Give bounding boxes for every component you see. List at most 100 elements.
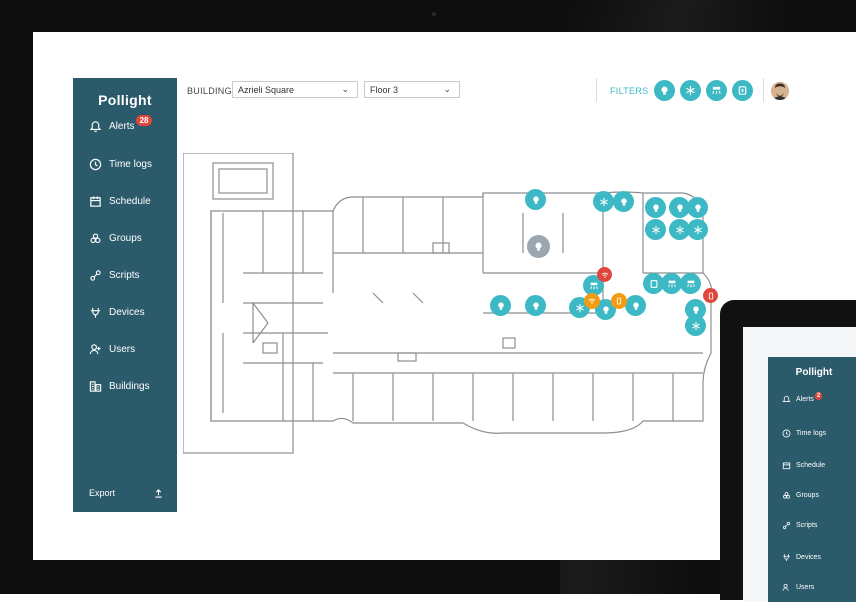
filter-fan-button[interactable]: [706, 80, 727, 101]
fan-icon: [686, 280, 695, 287]
divider: [596, 78, 597, 102]
export-button[interactable]: Export: [89, 488, 163, 498]
tablet-item-users[interactable]: Users: [782, 583, 814, 592]
map-marker-snowflake[interactable]: [687, 219, 708, 240]
bulb-icon: [602, 305, 609, 314]
map-marker-snowflake[interactable]: [593, 191, 614, 212]
sidebar-item-label: Groups: [109, 232, 142, 244]
sidebar-item-buildings[interactable]: Buildings: [89, 376, 150, 396]
sidebar-item-label: Buildings: [109, 380, 150, 392]
map-marker-bulb[interactable]: [625, 295, 646, 316]
building-label: BUILDING: [187, 86, 232, 96]
sidebar-item-alerts[interactable]: Alerts 28: [89, 114, 153, 136]
sidebar-item-users[interactable]: Users: [89, 339, 135, 359]
bulb-icon: [620, 197, 627, 206]
bulb-icon: [676, 203, 683, 212]
sidebar-item-label: Alerts: [109, 120, 135, 132]
phone-icon: [708, 292, 713, 299]
sidebar-item-label: Schedule: [109, 195, 151, 207]
bulb-icon: [652, 203, 659, 212]
filter-bulb-button[interactable]: [654, 80, 675, 101]
avatar-face: [771, 82, 789, 100]
tablet-item-scripts[interactable]: Scripts: [782, 521, 817, 530]
map-marker-bulb[interactable]: [490, 295, 511, 316]
tablet-item-alerts[interactable]: Alerts 2: [782, 391, 823, 404]
filters-label: FILTERS: [610, 86, 649, 96]
floor-select-value: Floor 3: [370, 84, 399, 95]
clock-icon: [782, 429, 791, 438]
map-marker-wifi-warning[interactable]: [584, 293, 600, 309]
snowflake-icon: [686, 85, 695, 96]
map-marker-bulb[interactable]: [645, 197, 666, 218]
fan-icon: [589, 282, 598, 289]
building-select-value: Azrieli Square: [238, 84, 295, 95]
map-marker-bulb-selected[interactable]: [527, 235, 550, 258]
bulb-icon: [497, 301, 504, 310]
tablet-item-devices[interactable]: Devices: [782, 553, 821, 562]
sidebar-item-label: Time logs: [109, 158, 152, 170]
chevron-down-icon: ⌄: [443, 84, 451, 94]
wifi-icon: [601, 272, 608, 278]
sidebar: Pollight Alerts 28 Time logs Schedule Gr…: [73, 78, 177, 512]
wifi-icon: [588, 298, 596, 304]
chevron-down-icon: ⌄: [341, 84, 349, 94]
filter-snowflake-button[interactable]: [680, 80, 701, 101]
map-marker-bulb[interactable]: [525, 295, 546, 316]
tablet-item-label: Time logs: [796, 430, 827, 437]
sidebar-item-groups[interactable]: Groups: [89, 228, 142, 248]
tablet-logo: Pollight: [795, 367, 833, 378]
alerts-badge: 2: [814, 391, 823, 400]
sidebar-item-label: Devices: [109, 306, 145, 318]
floor-select[interactable]: Floor 3 ⌄: [364, 81, 460, 98]
building-select[interactable]: Azrieli Square ⌄: [232, 81, 358, 98]
tablet-item-label: Groups: [796, 492, 819, 499]
plug-icon: [783, 554, 790, 562]
snowflake-icon: [693, 225, 702, 234]
groups-icon: [90, 232, 101, 243]
tablet-sidebar: Pollight Alerts 2 Time logs Schedule Gro…: [768, 357, 856, 602]
map-marker-wifi-alert[interactable]: [597, 267, 612, 282]
map-marker-phone-alert[interactable]: [703, 288, 718, 303]
fan-icon: [667, 280, 676, 287]
map-marker-bulb[interactable]: [613, 191, 634, 212]
fan-icon: [712, 86, 721, 95]
bulb-icon: [661, 86, 668, 95]
floor-plan-map[interactable]: [182, 152, 723, 458]
buildings-icon: [89, 380, 102, 392]
tablet-item-schedule[interactable]: Schedule: [782, 461, 825, 470]
upload-icon: [155, 488, 162, 498]
phone-icon: [616, 297, 622, 305]
map-marker-fan[interactable]: [680, 273, 701, 294]
map-marker-snowflake[interactable]: [685, 315, 706, 336]
divider: [763, 78, 764, 102]
map-marker-snowflake[interactable]: [645, 219, 666, 240]
scripts-icon: [782, 521, 791, 530]
map-marker-bulb[interactable]: [525, 189, 546, 210]
snowflake-icon: [675, 225, 684, 234]
plug-icon: [90, 307, 101, 318]
tablet-item-time-logs[interactable]: Time logs: [782, 429, 826, 438]
sidebar-item-devices[interactable]: Devices: [89, 302, 145, 322]
scripts-icon: [90, 269, 101, 281]
calendar-icon: [90, 195, 101, 207]
map-marker-phone-warning[interactable]: [611, 293, 627, 309]
bell-icon: [782, 395, 791, 402]
sidebar-item-label: Users: [109, 343, 136, 355]
tablet-item-label: Scripts: [796, 522, 818, 529]
tablet-item-label: Devices: [796, 554, 821, 561]
tablet-item-groups[interactable]: Groups: [782, 491, 819, 500]
alerts-badge: 28: [135, 114, 153, 126]
user-avatar[interactable]: [771, 82, 789, 100]
map-marker-bulb[interactable]: [687, 197, 708, 218]
sidebar-item-schedule[interactable]: Schedule: [89, 191, 151, 211]
sidebar-item-scripts[interactable]: Scripts: [89, 265, 140, 285]
export-label: Export: [89, 488, 116, 498]
map-marker-fan[interactable]: [661, 273, 682, 294]
bulb-icon: [632, 301, 639, 310]
tablet-item-label: Alerts: [796, 396, 814, 403]
filter-panel-button[interactable]: [732, 80, 753, 101]
users-icon: [89, 343, 101, 354]
snowflake-icon: [575, 303, 584, 312]
sidebar-item-time-logs[interactable]: Time logs: [89, 154, 152, 174]
users-icon: [782, 583, 789, 591]
